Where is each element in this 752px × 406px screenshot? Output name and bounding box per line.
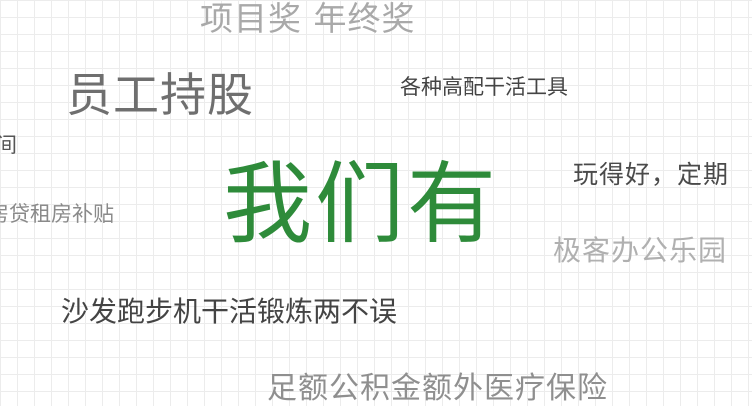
word-cloud-canvas: 项目奖 年终奖 员工持股 各种高配干活工具 间 我们有 玩得好，定期 房贷租房补… bbox=[0, 0, 752, 406]
phrase-geek-park: 极客办公乐园 bbox=[553, 234, 728, 267]
phrase-housing-loan: 房贷租房补贴 bbox=[0, 202, 114, 226]
phrase-play-well: 玩得好，定期 bbox=[573, 160, 730, 189]
phrase-insurance: 足额公积金额外医疗保险 bbox=[267, 371, 608, 406]
headline: 我们有 bbox=[223, 152, 499, 256]
phrase-treadmill: 沙发跑步机干活锻炼两不误 bbox=[61, 295, 398, 328]
phrase-tools: 各种高配干活工具 bbox=[400, 75, 568, 99]
phrase-project-bonus: 项目奖 年终奖 bbox=[200, 0, 416, 38]
phrase-edge-fragment: 间 bbox=[0, 133, 17, 157]
phrase-employee-stock: 员工持股 bbox=[66, 68, 254, 122]
